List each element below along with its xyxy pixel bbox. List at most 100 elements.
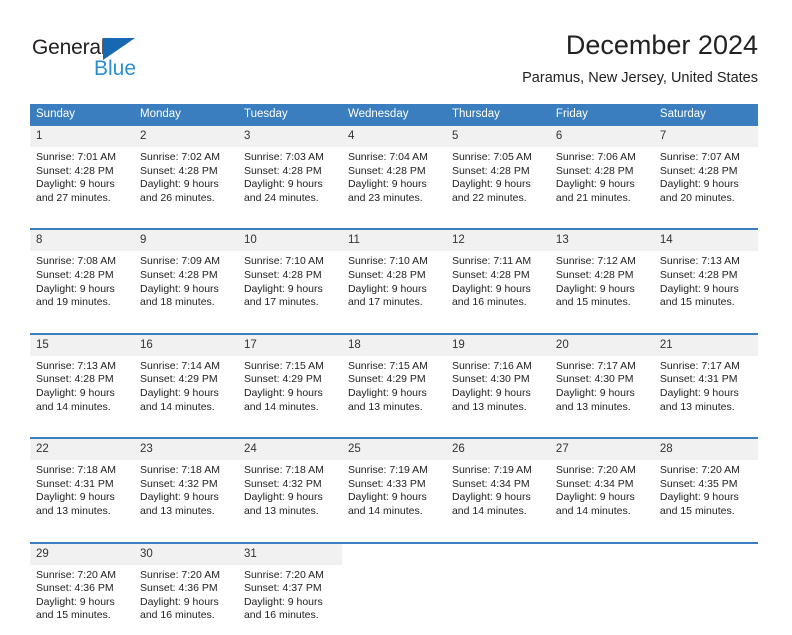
calendar-table: Sunday Monday Tuesday Wednesday Thursday… [30, 104, 758, 635]
calendar-day-cell[interactable]: 20 Sunrise: 7:17 AM Sunset: 4:30 PM Dayligh… [549, 332, 654, 427]
day-number: 10 [237, 230, 342, 252]
daylight-text-line1: Daylight: 9 hours [36, 491, 115, 504]
calendar-day-cell[interactable]: 9 Sunrise: 7:09 AM Sunset: 4:28 PM Daylight… [133, 228, 238, 322]
daylight-text-line2: and 14 minutes. [451, 504, 527, 517]
calendar-day-cell[interactable]: 24 Sunrise: 7:18 AM Sunset: 4:32 PM Dayligh… [237, 437, 342, 531]
calendar-day-cell[interactable]: 11 Sunrise: 7:10 AM Sunset: 4:28 PM Dayligh… [341, 228, 446, 322]
daylight-text-line2: and 14 minutes. [555, 504, 631, 517]
sunset-text: Sunset: 4:29 PM [347, 373, 426, 386]
calendar-day-cell[interactable]: 22 Sunrise: 7:18 AM Sunset: 4:31 PM Dayligh… [30, 437, 134, 531]
daylight-text-line2: and 16 minutes. [243, 609, 319, 622]
daylight-text-line2: and 15 minutes. [659, 296, 735, 309]
week-spacer [30, 322, 758, 334]
day-details: Sunrise: 7:18 AM Sunset: 4:32 PM Daylight:… [238, 460, 342, 530]
daylight-text-line1: Daylight: 9 hours [659, 491, 739, 504]
sunrise-text: Sunrise: 7:20 AM [555, 464, 636, 477]
calendar-day-cell[interactable]: 15 Sunrise: 7:13 AM Sunset: 4:28 PM Dayligh… [30, 332, 134, 427]
calendar-day-cell[interactable]: 2 Sunrise: 7:02 AM Sunset: 4:28 PM Daylight… [133, 126, 238, 217]
daylight-text-line2: and 13 minutes. [347, 400, 423, 413]
calendar-day-cell[interactable]: 30 Sunrise: 7:20 AM Sunset: 4:36 PM Dayligh… [133, 541, 238, 635]
weekday-header-sunday: Sunday [30, 104, 134, 126]
day-number: 21 [653, 334, 758, 356]
day-details: Sunrise: 7:09 AM Sunset: 4:28 PM Daylight:… [134, 251, 238, 321]
sunset-text: Sunset: 4:28 PM [347, 268, 426, 281]
day-details: Sunrise: 7:20 AM Sunset: 4:37 PM Daylight:… [238, 565, 342, 635]
daylight-text-line2: and 21 minutes. [555, 191, 631, 204]
calendar-day-cell[interactable]: 28 Sunrise: 7:20 AM Sunset: 4:35 PM Dayligh… [653, 437, 758, 531]
sunrise-text: Sunrise: 7:15 AM [243, 359, 324, 372]
day-number: 30 [133, 543, 238, 565]
daylight-text-line1: Daylight: 9 hours [36, 386, 115, 399]
calendar-day-cell[interactable]: 7 Sunrise: 7:07 AM Sunset: 4:28 PM Daylight… [653, 126, 758, 217]
calendar-day-cell[interactable]: 10 Sunrise: 7:10 AM Sunset: 4:28 PM Dayligh… [237, 228, 342, 322]
day-details: Sunrise: 7:10 AM Sunset: 4:28 PM Daylight:… [342, 251, 446, 321]
general-blue-logo[interactable]: General Blue [32, 36, 152, 88]
calendar-day-cell[interactable]: 27 Sunrise: 7:20 AM Sunset: 4:34 PM Dayligh… [549, 437, 654, 531]
sunset-text: Sunset: 4:30 PM [451, 373, 530, 386]
page-header: General Blue December 2024 Paramus, New … [30, 28, 758, 100]
calendar-day-cell[interactable]: 16 Sunrise: 7:14 AM Sunset: 4:29 PM Dayligh… [133, 332, 238, 427]
calendar-day-cell[interactable]: 6 Sunrise: 7:06 AM Sunset: 4:28 PM Daylight… [549, 126, 654, 217]
day-details: Sunrise: 7:04 AM Sunset: 4:28 PM Daylight:… [342, 147, 446, 217]
logo-text-blue: Blue [94, 57, 137, 80]
daylight-text-line1: Daylight: 9 hours [36, 282, 115, 295]
calendar-day-cell[interactable]: 17 Sunrise: 7:15 AM Sunset: 4:29 PM Dayligh… [237, 332, 342, 427]
daylight-text-line2: and 14 minutes. [36, 400, 111, 413]
calendar-day-cell[interactable]: 12 Sunrise: 7:11 AM Sunset: 4:28 PM Dayligh… [445, 228, 550, 322]
sunset-text: Sunset: 4:28 PM [555, 268, 634, 281]
calendar-day-cell[interactable]: 14 Sunrise: 7:13 AM Sunset: 4:28 PM Dayligh… [653, 228, 758, 322]
sunset-text: Sunset: 4:28 PM [139, 164, 218, 177]
calendar-day-cell[interactable]: 29 Sunrise: 7:20 AM Sunset: 4:36 PM Dayligh… [30, 541, 134, 635]
sunset-text: Sunset: 4:31 PM [659, 373, 738, 386]
calendar-day-cell[interactable]: 21 Sunrise: 7:17 AM Sunset: 4:31 PM Dayligh… [653, 332, 758, 427]
daylight-text-line1: Daylight: 9 hours [139, 282, 219, 295]
day-details: Sunrise: 7:11 AM Sunset: 4:28 PM Daylight:… [446, 251, 550, 321]
sunset-text: Sunset: 4:28 PM [659, 268, 738, 281]
day-number: 2 [133, 126, 238, 147]
calendar-day-cell[interactable]: 13 Sunrise: 7:12 AM Sunset: 4:28 PM Dayligh… [549, 228, 654, 322]
day-details [342, 565, 446, 623]
sunset-text: Sunset: 4:33 PM [347, 477, 426, 490]
sunrise-text: Sunrise: 7:09 AM [139, 255, 220, 268]
calendar-day-cell[interactable]: 23 Sunrise: 7:18 AM Sunset: 4:32 PM Dayligh… [133, 437, 238, 531]
daylight-text-line2: and 14 minutes. [243, 400, 319, 413]
sunset-text: Sunset: 4:28 PM [36, 164, 114, 177]
daylight-text-line2: and 24 minutes. [243, 191, 319, 204]
calendar-day-cell[interactable]: 3 Sunrise: 7:03 AM Sunset: 4:28 PM Daylight… [237, 126, 342, 217]
sunset-text: Sunset: 4:36 PM [36, 582, 114, 595]
weekday-header-monday: Monday [133, 104, 238, 126]
day-details: Sunrise: 7:05 AM Sunset: 4:28 PM Daylight:… [446, 147, 550, 217]
daylight-text-line1: Daylight: 9 hours [555, 491, 635, 504]
day-number: 22 [30, 439, 134, 461]
calendar-day-cell[interactable]: 31 Sunrise: 7:20 AM Sunset: 4:37 PM Dayligh… [237, 541, 342, 635]
daylight-text-line1: Daylight: 9 hours [451, 491, 531, 504]
sunrise-text: Sunrise: 7:17 AM [659, 359, 740, 372]
daylight-text-line1: Daylight: 9 hours [243, 386, 323, 399]
calendar-day-cell[interactable]: 5 Sunrise: 7:05 AM Sunset: 4:28 PM Daylight… [445, 126, 550, 217]
sunset-text: Sunset: 4:34 PM [451, 477, 530, 490]
daylight-text-line1: Daylight: 9 hours [659, 386, 739, 399]
daylight-text-line2: and 15 minutes. [555, 296, 631, 309]
calendar-day-cell[interactable]: 19 Sunrise: 7:16 AM Sunset: 4:30 PM Dayligh… [445, 332, 550, 427]
sunrise-text: Sunrise: 7:15 AM [347, 359, 428, 372]
sunrise-text: Sunrise: 7:18 AM [36, 464, 116, 477]
sunset-text: Sunset: 4:36 PM [139, 582, 218, 595]
day-number [550, 544, 654, 565]
calendar-week-row: 8 Sunrise: 7:08 AM Sunset: 4:28 PM Daylight… [30, 228, 758, 322]
weekday-header-friday: Friday [549, 104, 654, 126]
daylight-text-line2: and 13 minutes. [139, 504, 215, 517]
daylight-text-line1: Daylight: 9 hours [36, 178, 115, 191]
calendar-day-cell[interactable]: 25 Sunrise: 7:19 AM Sunset: 4:33 PM Dayligh… [341, 437, 446, 531]
week-spacer-row [30, 531, 758, 543]
day-details: Sunrise: 7:13 AM Sunset: 4:28 PM Daylight:… [654, 251, 758, 321]
calendar-page: General Blue December 2024 Paramus, New … [0, 0, 792, 635]
calendar-day-cell[interactable]: 4 Sunrise: 7:04 AM Sunset: 4:28 PM Daylight… [341, 126, 446, 217]
daylight-text-line2: and 22 minutes. [451, 191, 527, 204]
calendar-day-cell[interactable]: 8 Sunrise: 7:08 AM Sunset: 4:28 PM Daylight… [30, 228, 134, 322]
calendar-day-cell[interactable]: 26 Sunrise: 7:19 AM Sunset: 4:34 PM Dayligh… [445, 437, 550, 531]
daylight-text-line2: and 18 minutes. [139, 296, 215, 309]
day-number: 18 [341, 334, 446, 356]
calendar-day-cell[interactable]: 18 Sunrise: 7:15 AM Sunset: 4:29 PM Dayligh… [341, 332, 446, 427]
calendar-day-cell[interactable]: 1 Sunrise: 7:01 AM Sunset: 4:28 PM Daylight… [30, 126, 134, 217]
day-number: 26 [445, 439, 550, 461]
